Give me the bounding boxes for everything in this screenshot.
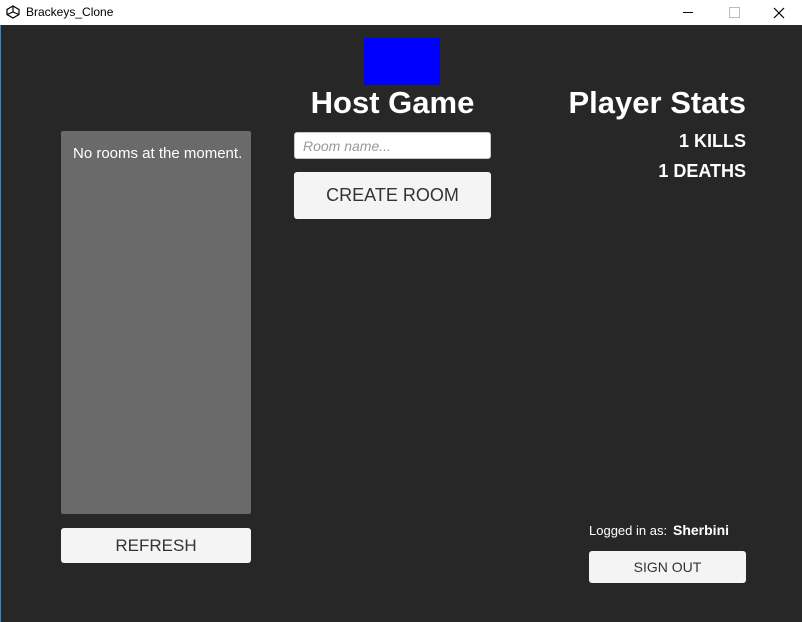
banner-placeholder [364,38,440,85]
minimize-button[interactable] [665,0,711,25]
room-name-input[interactable] [294,132,491,159]
player-stats-title: Player Stats [568,85,747,120]
create-room-button[interactable]: CREATE ROOM [294,172,491,219]
refresh-button[interactable]: REFRESH [61,528,251,563]
deaths-stat: 1 DEATHS [658,161,746,181]
maximize-button[interactable] [711,0,757,25]
close-button[interactable] [756,0,802,25]
room-list-panel[interactable]: No rooms at the moment. [61,131,251,514]
maximize-icon [728,7,740,18]
minimize-icon [682,12,693,13]
unity-icon [6,5,20,19]
title-bar[interactable]: Brackeys_Clone [0,0,802,25]
close-icon [773,7,785,18]
window-title: Brackeys_Clone [26,5,114,19]
app-window: Brackeys_Clone No rooms at the moment. R… [0,0,802,622]
room-list-empty-message: No rooms at the moment. [73,145,243,162]
logged-in-label: Logged in as: [589,523,668,538]
username-label: Sherbini [673,522,730,538]
kills-stat: 1 KILLS [678,131,746,151]
sign-out-button[interactable]: SIGN OUT [589,551,746,583]
host-game-title: Host Game [310,85,475,120]
